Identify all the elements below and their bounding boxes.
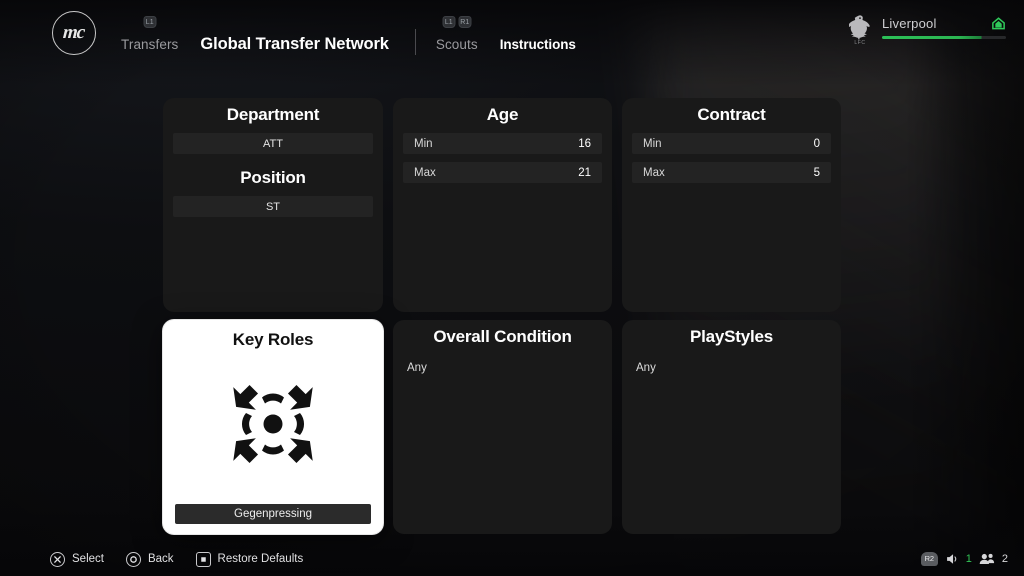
contract-min-label: Min: [643, 137, 662, 150]
liver-bird-icon: [849, 15, 870, 40]
r2-button-icon: R2: [920, 552, 938, 566]
footer-button-select[interactable]: Select: [50, 551, 104, 567]
card-overall-condition-title: Overall Condition: [433, 327, 572, 346]
age-max-label: Max: [414, 166, 436, 179]
card-playstyles-title: PlayStyles: [689, 327, 774, 346]
age-max-row[interactable]: Max 21: [403, 162, 602, 183]
contract-max-row[interactable]: Max 5: [632, 162, 831, 183]
card-key-roles-inner: Key Roles Gegenpressing: [167, 324, 379, 530]
nav-item-transfers-label: Transfers: [121, 37, 179, 52]
key-hint-l1-r1: L1 R1: [442, 16, 472, 28]
club-crest-subtitle: LFC: [854, 40, 866, 46]
age-min-row[interactable]: Min 16: [403, 133, 602, 154]
nav-item-instructions-label: Instructions: [499, 37, 576, 52]
footer-button-back[interactable]: Back: [125, 551, 174, 567]
footer-button-back-label: Back: [147, 553, 174, 565]
card-overall-condition[interactable]: Overall Condition Any: [393, 320, 612, 534]
card-key-roles[interactable]: Key Roles Gegenpressing: [163, 320, 383, 534]
cross-button-icon: [50, 551, 65, 567]
card-position-title: Position: [240, 168, 306, 187]
card-age[interactable]: Age Min 16 Max 21: [393, 98, 612, 312]
nav-separator: [414, 29, 416, 55]
nav-item-global-transfer-network[interactable]: Global Transfer Network: [200, 35, 389, 56]
club-name-row: Liverpool: [882, 16, 1006, 31]
club-indicator: LFC Liverpool: [848, 14, 1006, 48]
department-value: ATT: [263, 137, 283, 150]
nav-item-scouts[interactable]: L1 R1 Scouts: [435, 16, 478, 56]
card-age-title: Age: [486, 105, 519, 124]
app-logo: mc: [52, 11, 96, 55]
square-button-icon: [195, 551, 211, 567]
key-roles-selected-role[interactable]: Gegenpressing: [175, 504, 371, 524]
card-playstyles[interactable]: PlayStyles Any: [622, 320, 841, 534]
filters-grid: Department ATT Position ST Age Min 16 Ma…: [163, 98, 845, 534]
age-min-label: Min: [414, 137, 433, 150]
club-name: Liverpool: [882, 16, 937, 31]
department-value-row[interactable]: ATT: [173, 133, 373, 154]
volume-count: 1: [965, 553, 972, 565]
card-department-title: Department: [226, 105, 320, 124]
footer-button-restore-defaults-label: Restore Defaults: [217, 553, 304, 565]
club-progress-bar: [882, 36, 1006, 39]
position-value-row[interactable]: ST: [173, 196, 373, 217]
age-max-value: 21: [578, 166, 591, 179]
contract-max-label: Max: [643, 166, 665, 179]
footer-button-select-label: Select: [72, 553, 104, 565]
card-contract[interactable]: Contract Min 0 Max 5: [622, 98, 841, 312]
contract-min-value: 0: [813, 137, 820, 150]
card-department[interactable]: Department ATT Position ST: [163, 98, 383, 312]
filters-row-top: Department ATT Position ST Age Min 16 Ma…: [163, 98, 845, 312]
playstyles-value: Any: [636, 362, 656, 374]
l1-button-icon: L1: [442, 16, 456, 28]
club-info: Liverpool: [882, 14, 1006, 39]
key-hint-l1: L1: [143, 16, 157, 28]
age-min-value: 16: [578, 137, 591, 150]
gegenpressing-icon: [233, 384, 313, 464]
r1-button-icon: R1: [458, 16, 472, 28]
overall-condition-value: Any: [407, 362, 427, 374]
key-roles-selected-role-label: Gegenpressing: [234, 508, 312, 520]
players-icon: [979, 553, 994, 564]
position-value: ST: [265, 200, 281, 213]
key-roles-icon-wrap: [167, 344, 379, 504]
home-icon: [992, 17, 1005, 30]
footer-status-indicators: R2 1 2: [920, 552, 1008, 566]
game-screen: mc L1 Transfers Global Transfer Network …: [0, 0, 1024, 576]
circle-button-icon: [125, 551, 141, 567]
background-sheen-c: [904, 0, 1024, 576]
nav-item-transfers[interactable]: L1 Transfers: [121, 16, 179, 56]
nav-item-global-transfer-network-label: Global Transfer Network: [200, 35, 389, 53]
nav-item-instructions[interactable]: Instructions: [500, 36, 576, 56]
nav-item-scouts-label: Scouts: [435, 37, 478, 52]
app-logo-text: mc: [62, 22, 86, 43]
players-count: 2: [1001, 553, 1008, 565]
l1-button-icon: L1: [143, 16, 157, 28]
footer-controls-bar: Select Back Restore Defaults R2 1 2: [0, 542, 1024, 576]
nav-items: L1 Transfers Global Transfer Network L1 …: [121, 10, 598, 56]
club-crest: LFC: [848, 14, 872, 48]
contract-max-value: 5: [813, 166, 820, 179]
filters-row-bottom: Key Roles Gegenpressing Overall Conditio…: [163, 320, 845, 534]
card-contract-title: Contract: [697, 105, 766, 124]
speaker-icon: [946, 554, 956, 564]
footer-button-restore-defaults[interactable]: Restore Defaults: [195, 551, 304, 567]
contract-min-row[interactable]: Min 0: [632, 133, 831, 154]
